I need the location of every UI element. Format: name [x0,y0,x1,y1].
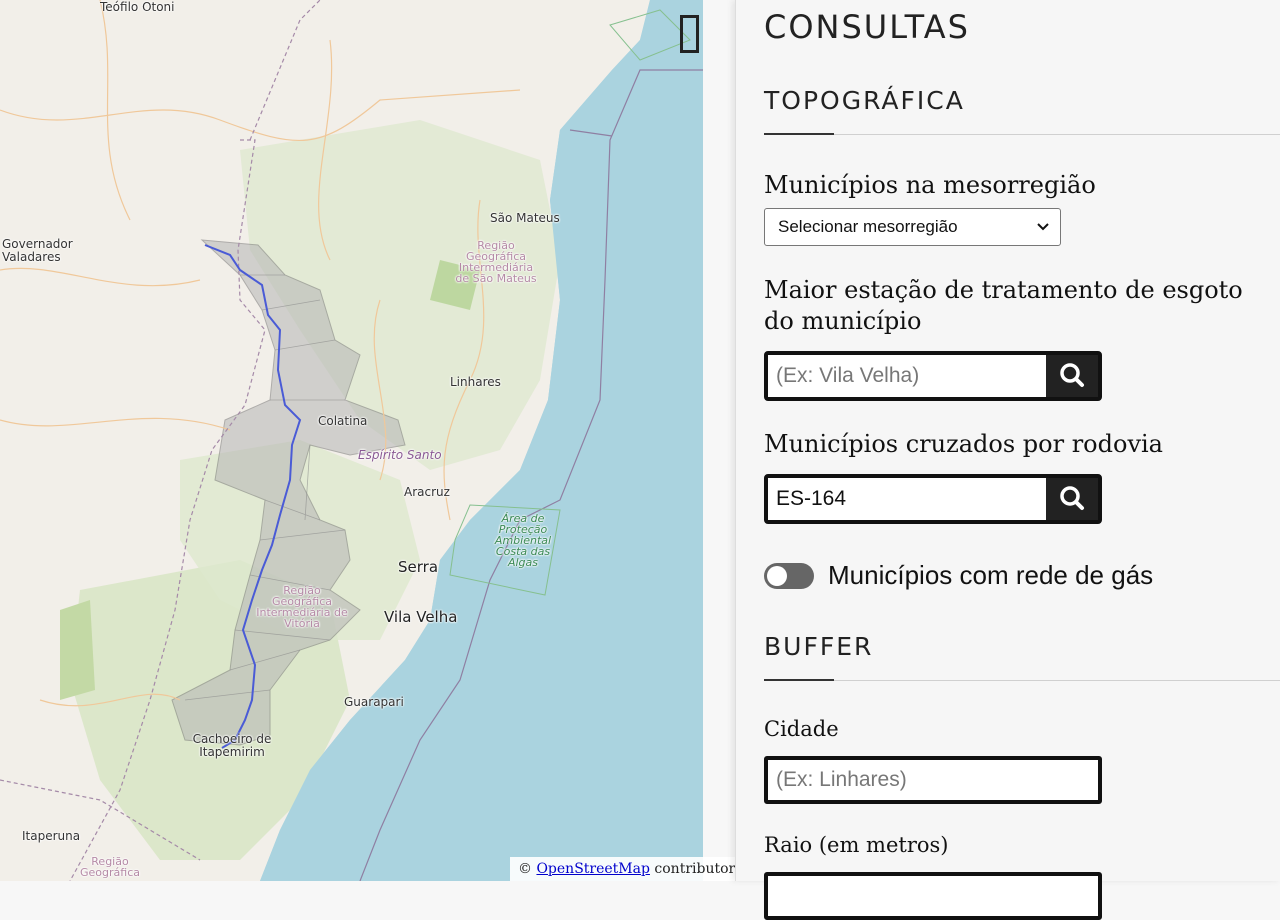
attribution-suffix: contributors. [649,861,747,877]
mesorregiao-select-value: Selecionar mesorregião [778,217,958,236]
section-underline [764,133,834,135]
sidebar-panel: CONSULTAS TOPOGRÁFICA Municípios na meso… [735,0,1280,920]
cidade-field[interactable]: (Ex: Linhares) [764,756,1102,804]
rodovia-search: ES-164 [764,474,1102,524]
toggle-knob [767,566,787,586]
rodovia-label: Municípios cruzados por rodovia [764,430,1163,458]
raio-label: Raio (em metros) [764,833,949,857]
map-label-regiao-vitoria: Região Geográfica Intermediária de Vitór… [256,584,348,630]
map-view[interactable]: Teófilo Otoni Governador Valadares São M… [0,0,703,881]
rodovia-search-button[interactable] [1046,478,1098,520]
map-label-colatina: Colatina [318,414,368,428]
map-label-linhares: Linhares [450,375,501,389]
esgoto-search-button[interactable] [1046,355,1098,397]
map-label-sao-mateus: São Mateus [490,211,560,225]
map-label-aracruz: Aracruz [404,485,450,499]
map-label-espirito-santo: Espírito Santo [358,448,442,462]
gas-toggle-label: Municípios com rede de gás [828,560,1154,590]
gas-toggle[interactable] [764,563,814,589]
section-underline [764,679,834,681]
attribution-prefix: © [518,861,537,877]
map-label-area-protecao: Área de Proteção Ambiental Costa das Alg… [494,512,552,569]
map-label-teofilo-otoni: Teófilo Otoni [100,0,175,14]
esgoto-search: (Ex: Vila Velha) [764,351,1102,401]
rodovia-input[interactable]: ES-164 [776,478,846,520]
esgoto-input[interactable]: (Ex: Vila Velha) [776,355,919,397]
layers-toggle-icon[interactable] [680,15,699,53]
search-icon [1060,486,1084,510]
map-attribution: © OpenStreetMap contributors. [510,857,755,881]
section-heading-buffer: BUFFER [764,632,874,661]
map-label-guarapari: Guarapari [344,695,404,709]
search-icon [1060,363,1084,387]
mesorregiao-label: Municípios na mesorregião [764,171,1096,199]
map-label-itaperuna: Itaperuna [22,829,81,843]
map-label-vila-velha: Vila Velha [384,608,458,626]
page-title: CONSULTAS [764,8,970,46]
section-divider [764,680,1280,681]
map-label-cachoeiro: Cachoeiro de Itapemirim [192,732,272,759]
raio-field[interactable] [764,872,1102,920]
map-label-serra: Serra [398,558,439,576]
map-label-governador-valadares: Governador Valadares [2,237,73,264]
section-heading-topografica: TOPOGRÁFICA [764,86,965,115]
map-tiles [0,0,703,881]
cidade-label: Cidade [764,717,839,741]
chevron-down-icon [1036,209,1050,258]
cidade-input[interactable]: (Ex: Linhares) [776,760,907,800]
section-divider [764,134,1280,135]
map-label-regiao-sao-mateus: Região Geográfica Intermediária de São M… [455,239,537,285]
openstreetmap-link[interactable]: OpenStreetMap [536,861,650,877]
esgoto-label: Maior estação de tratamento de esgoto do… [764,276,1243,335]
mesorregiao-select[interactable]: Selecionar mesorregião [764,208,1061,246]
map-label-regiao-bottom: Região Geográfica [80,855,140,879]
